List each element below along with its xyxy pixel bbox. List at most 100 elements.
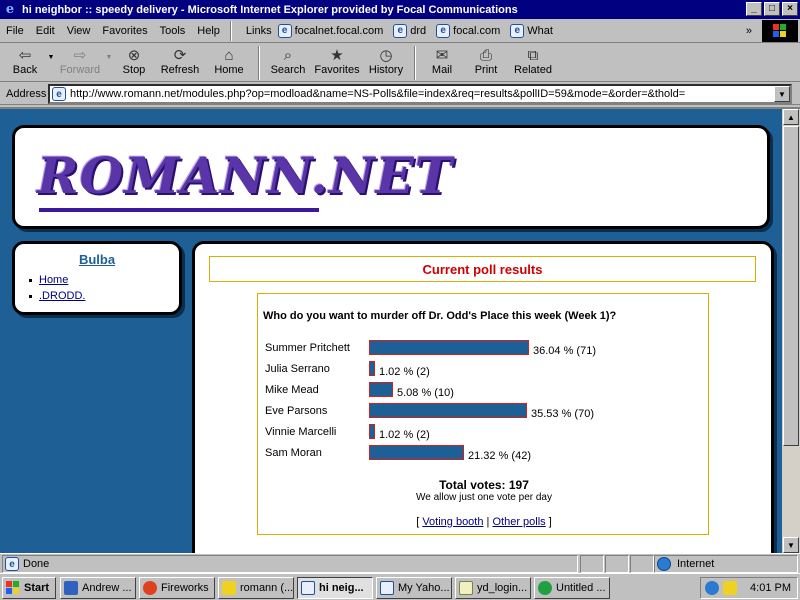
candidate-name: Eve Parsons — [265, 405, 328, 417]
globe-icon — [657, 557, 671, 571]
ie-page-icon: e — [510, 23, 525, 38]
taskbar-item[interactable]: My Yaho... — [376, 577, 452, 599]
link-what[interactable]: e What — [510, 23, 553, 38]
messenger-icon — [222, 581, 236, 595]
sidebar-links: Home .DRODD. — [29, 274, 85, 306]
taskbar-item[interactable]: Untitled ... — [534, 577, 610, 599]
status-panel — [605, 555, 629, 573]
status-text: Done — [23, 558, 50, 570]
bracket-close: ] — [548, 516, 552, 528]
address-url[interactable]: http://www.romann.net/modules.php?op=mod… — [70, 88, 774, 100]
web-page: ROMANN.NET Bulba Home .DRODD. Current po… — [0, 109, 782, 553]
network-icon[interactable] — [705, 581, 719, 595]
ie-throbber — [762, 20, 798, 42]
print-label: Print — [474, 64, 498, 76]
logo-underline — [39, 208, 319, 212]
result-percent: 5.08 % (10) — [397, 387, 454, 399]
mail-button[interactable]: ✉ Mail — [422, 44, 462, 82]
links-label: Links — [245, 24, 272, 37]
poll-row: Vinnie Marcelli 1.02 % (2) — [265, 424, 430, 442]
title-bar: e hi neighbor :: speedy delivery - Micro… — [0, 0, 800, 19]
home-label: Home — [214, 64, 244, 76]
forward-label: Forward — [59, 64, 101, 76]
menu-edit[interactable]: Edit — [30, 25, 61, 37]
poll-row: Summer Pritchett 36.04 % (71) — [265, 340, 596, 358]
poll-row: Eve Parsons 35.53 % (70) — [265, 403, 594, 421]
scroll-thumb[interactable] — [783, 126, 799, 446]
minimize-button[interactable]: _ — [746, 2, 762, 16]
bullet-icon — [29, 278, 32, 282]
mail-label: Mail — [431, 64, 453, 76]
links-overflow-chevron-icon[interactable]: » — [746, 25, 752, 37]
candidate-name: Julia Serrano — [265, 363, 330, 375]
related-button[interactable]: ⧉ Related — [510, 44, 556, 82]
address-dropdown-icon[interactable]: ▼ — [774, 86, 790, 102]
forward-dropdown-icon[interactable]: ▼ — [104, 54, 114, 61]
browser-viewport: ROMANN.NET Bulba Home .DRODD. Current po… — [0, 107, 800, 553]
close-button[interactable]: × — [782, 2, 798, 16]
menu-bar: File Edit View Favorites Tools Help Link… — [0, 19, 800, 43]
site-logo[interactable]: ROMANN.NET — [37, 146, 453, 205]
poll-row: Julia Serrano 1.02 % (2) — [265, 361, 430, 379]
taskbar-item-active[interactable]: hi neig... — [297, 577, 373, 599]
link-drd[interactable]: e drd — [393, 23, 427, 38]
taskbar-item[interactable]: Andrew ... — [60, 577, 136, 599]
link-focalnet[interactable]: e focalnet.focal.com — [277, 23, 383, 38]
ie-icon — [380, 581, 394, 595]
total-votes: Total votes: 197 — [439, 478, 529, 492]
scroll-down-icon[interactable]: ▼ — [783, 537, 799, 553]
menu-tools[interactable]: Tools — [154, 25, 192, 37]
start-button[interactable]: Start — [2, 577, 56, 599]
clock[interactable]: 4:01 PM — [750, 582, 791, 594]
menu-favorites[interactable]: Favorites — [96, 25, 153, 37]
scroll-up-icon[interactable]: ▲ — [783, 109, 799, 125]
other-polls-link[interactable]: Other polls — [492, 516, 545, 528]
favorites-button[interactable]: ★ Favorites — [310, 44, 364, 82]
refresh-label: Refresh — [160, 64, 200, 76]
home-button[interactable]: ⌂ Home — [206, 44, 252, 82]
result-percent: 35.53 % (70) — [531, 408, 594, 420]
maximize-button[interactable]: □ — [764, 2, 780, 16]
taskbar-item[interactable]: Fireworks — [139, 577, 215, 599]
favorites-label: Favorites — [314, 64, 360, 76]
ie-page-icon: e — [5, 557, 19, 571]
taskbar-item[interactable]: yd_login... — [455, 577, 531, 599]
menu-file[interactable]: File — [0, 25, 30, 37]
sidebar-link-home[interactable]: Home — [39, 274, 68, 286]
sidebar-link-drodd[interactable]: .DRODD. — [39, 290, 85, 302]
window-controls: _ □ × — [744, 2, 798, 16]
search-button[interactable]: ⌕ Search — [266, 44, 310, 82]
notepad-icon — [459, 581, 473, 595]
address-label: Address — [6, 87, 47, 100]
address-input[interactable]: e http://www.romann.net/modules.php?op=m… — [48, 84, 792, 104]
forward-button[interactable]: ⇨ Forward — [56, 44, 104, 82]
result-bar — [369, 340, 529, 355]
poll-links: [ Voting booth | Other polls ] — [258, 516, 710, 528]
candidate-name: Mike Mead — [265, 384, 319, 396]
menu-view[interactable]: View — [61, 25, 97, 37]
history-button[interactable]: ◷ History — [364, 44, 408, 82]
print-button[interactable]: ⎙ Print — [462, 44, 510, 82]
task-label: Untitled ... — [556, 582, 606, 594]
home-icon: ⌂ — [224, 46, 234, 64]
link-focal[interactable]: e focal.com — [436, 23, 500, 38]
link-label: drd — [410, 24, 427, 37]
menu-help[interactable]: Help — [191, 25, 226, 37]
sidebar-title[interactable]: Bulba — [15, 252, 179, 267]
refresh-button[interactable]: ⟳ Refresh — [154, 44, 206, 82]
tray-app-icon[interactable] — [723, 581, 737, 595]
result-percent: 36.04 % (71) — [533, 345, 596, 357]
main-content: Current poll results Who do you want to … — [192, 241, 774, 553]
address-bar: Address e http://www.romann.net/modules.… — [0, 83, 800, 105]
toolbar-separator — [414, 46, 416, 80]
voting-booth-link[interactable]: Voting booth — [422, 516, 483, 528]
back-dropdown-icon[interactable]: ▼ — [46, 54, 56, 61]
taskbar-item[interactable]: romann (... — [218, 577, 294, 599]
vertical-scrollbar[interactable]: ▲ ▼ — [782, 109, 800, 553]
app-icon — [64, 581, 78, 595]
site-header: ROMANN.NET — [12, 125, 770, 229]
sidebar-block: Bulba Home .DRODD. — [12, 241, 182, 315]
back-button[interactable]: ⇦ Back — [4, 44, 46, 82]
stop-button[interactable]: ⊗ Stop — [114, 44, 154, 82]
sidebar-item-home: Home — [29, 274, 85, 286]
